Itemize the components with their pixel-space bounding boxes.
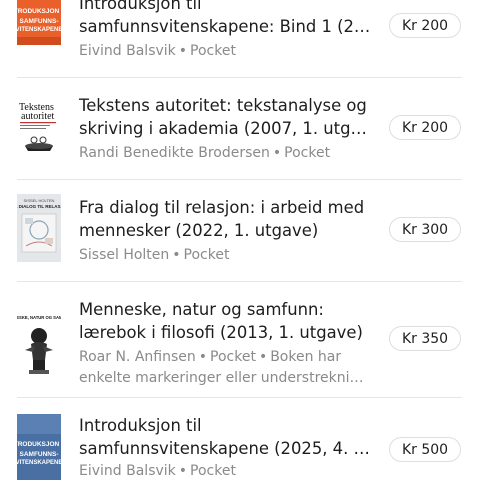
svg-text:MENNESKE, NATUR OG SAMFUNN: MENNESKE, NATUR OG SAMFUNN: [17, 315, 61, 320]
price-badge[interactable]: Kr 200: [389, 115, 461, 140]
author-name: Eivind Balsvik: [79, 463, 176, 479]
svg-text:SAMFUNNS-: SAMFUNNS-: [20, 18, 59, 25]
book-cover-image[interactable]: Tekstens autoritet: [17, 96, 61, 162]
svg-text:VITENSKAPENE: VITENSKAPENE: [17, 460, 61, 466]
listing-meta: Roar N. Anfinsen • Pocket • Boken har enkelt…: [79, 347, 371, 389]
format-label: Pocket: [284, 145, 331, 161]
listing-title[interactable]: Menneske, natur og samfunn: lærebok i fi…: [79, 298, 371, 344]
listing-meta: Eivind Balsvik • Pocket: [79, 41, 371, 62]
listing-title[interactable]: Introduksjon til samfunnsvitenskapene: B…: [79, 0, 371, 38]
separator-dot: •: [258, 349, 268, 365]
svg-text:FRA DIALOG TIL RELASJON: FRA DIALOG TIL RELASJON: [17, 204, 61, 209]
svg-text:INTRODUKSJON TIL: INTRODUKSJON TIL: [17, 441, 61, 448]
listing-item[interactable]: Tekstens autoritet Tekstens autoritet: t…: [0, 78, 480, 179]
listing-item[interactable]: MENNESKE, NATUR OG SAMFUNN Menneske, nat…: [0, 282, 480, 397]
listing-title[interactable]: Fra dialog til relasjon: i arbeid med me…: [79, 196, 371, 242]
listing-title[interactable]: Introduksjon til samfunnsvitenskapene (2…: [79, 414, 371, 460]
svg-text:autoritet: autoritet: [21, 111, 55, 122]
separator-dot: •: [178, 43, 188, 59]
author-name: Eivind Balsvik: [79, 43, 176, 59]
listing-title[interactable]: Tekstens autoritet: tekstanalyse og skri…: [79, 94, 371, 140]
price-badge[interactable]: Kr 200: [389, 13, 461, 38]
listing-meta: Sissel Holten • Pocket: [79, 245, 371, 266]
listing-meta: Eivind Balsvik • Pocket: [79, 461, 371, 482]
listing-item[interactable]: INTRODUKSJON TIL SAMFUNNS- VITENSKAPENE …: [0, 398, 480, 498]
author-name: Randi Benedikte Brodersen: [79, 145, 270, 161]
svg-text:VITENSKAPENE: VITENSKAPENE: [17, 27, 61, 33]
separator-dot: •: [172, 247, 181, 263]
book-cover-image[interactable]: MENNESKE, NATUR OG SAMFUNN: [17, 310, 61, 378]
listing-item[interactable]: INTRODUKSJON TIL SAMFUNNS- VITENSKAPENE …: [0, 0, 480, 77]
listing-item[interactable]: SISSEL HOLTEN FRA DIALOG TIL RELASJON Fr…: [0, 180, 480, 281]
price-badge[interactable]: Kr 500: [389, 437, 461, 462]
condition-note: Boken har: [270, 349, 342, 365]
format-label: Pocket: [210, 349, 256, 365]
svg-text:INTRODUKSJON TIL: INTRODUKSJON TIL: [17, 8, 61, 15]
book-cover-image[interactable]: SISSEL HOLTEN FRA DIALOG TIL RELASJON: [17, 194, 61, 262]
book-cover-image[interactable]: INTRODUKSJON TIL SAMFUNNS- VITENSKAPENE: [17, 0, 61, 45]
condition-note-continued: enkelte markeringer eller understreknin.…: [79, 370, 371, 386]
price-badge[interactable]: Kr 350: [389, 326, 461, 351]
svg-text:SISSEL HOLTEN: SISSEL HOLTEN: [24, 198, 55, 203]
author-name: Roar N. Anfinsen: [79, 349, 196, 365]
separator-dot: •: [272, 145, 282, 161]
format-label: Pocket: [183, 247, 230, 263]
price-badge[interactable]: Kr 300: [389, 217, 461, 242]
separator-dot: •: [198, 349, 208, 365]
listing-meta: Randi Benedikte Brodersen • Pocket: [79, 143, 371, 164]
svg-text:SAMFUNNS-: SAMFUNNS-: [20, 451, 59, 458]
separator-dot: •: [178, 463, 188, 479]
book-cover-image[interactable]: INTRODUKSJON TIL SAMFUNNS- VITENSKAPENE: [17, 414, 61, 480]
format-label: Pocket: [190, 43, 236, 59]
author-name: Sissel Holten: [79, 247, 170, 263]
format-label: Pocket: [190, 463, 236, 479]
